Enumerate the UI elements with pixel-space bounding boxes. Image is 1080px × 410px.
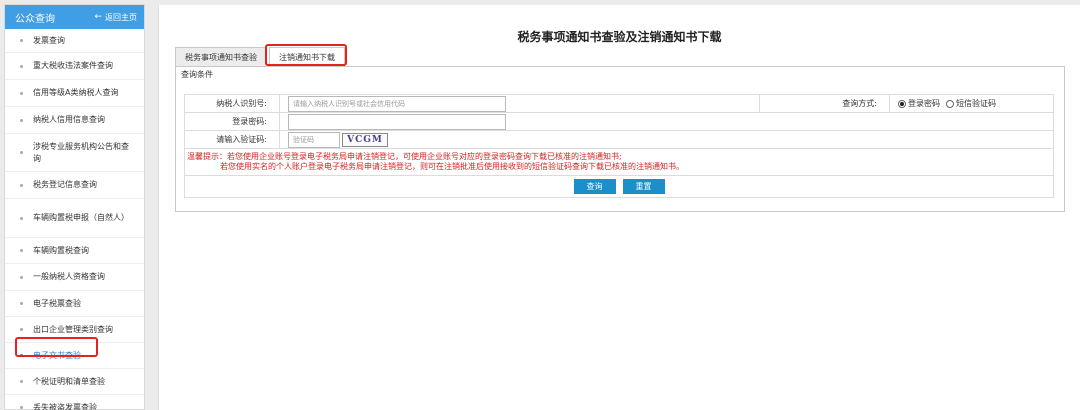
bullet-icon xyxy=(20,91,23,95)
bullet-icon xyxy=(20,64,23,68)
sidebar-item-tax-service-agency[interactable]: 涉税专业服务机构公告和查询 xyxy=(5,134,144,172)
sidebar-item-credit-info[interactable]: 纳税人信用信息查询 xyxy=(5,107,144,134)
home-link-label: 返回主页 xyxy=(105,12,137,22)
query-panel: 查询条件 纳税人识别号: 请输入纳税人识别号或社会信用代码 查询方式: 登录密码… xyxy=(175,66,1065,212)
sidebar-item-label: 个税证明和清单查验 xyxy=(33,376,105,386)
bullet-icon xyxy=(20,275,23,279)
sidebar-item-major-violation[interactable]: 重大税收违法案件查询 xyxy=(5,53,144,80)
query-method-radios: 登录密码 短信验证码 xyxy=(898,98,1053,109)
notice-line-2: 若您使用实名的个人账户登录电子税务局申请注销登记，则可在注销批准后使用接收到的短… xyxy=(220,162,684,171)
sidebar-item-tax-registration[interactable]: 税务登记信息查询 xyxy=(5,172,144,199)
tab-deregistration-download[interactable]: 注销通知书下载 xyxy=(269,47,345,66)
tab-bar: 税务事项通知书查验 注销通知书下载 xyxy=(175,47,347,66)
sidebar-menu: 发票查询 重大税收违法案件查询 信用等级A类纳税人查询 纳税人信用信息查询 涉税… xyxy=(5,29,144,410)
radio-login-password-label: 登录密码 xyxy=(908,99,940,108)
form-row-notice: 温馨提示：若您使用企业账号登录电子税务局申请注销登记，可使用企业账号对应的登录密… xyxy=(184,148,1054,176)
query-method-label: 查询方式: xyxy=(759,94,890,113)
login-password-input[interactable] xyxy=(288,113,506,130)
bullet-icon xyxy=(20,183,23,187)
sidebar-title: 公众查询 xyxy=(15,13,55,25)
bullet-icon xyxy=(20,151,23,154)
sidebar-item-label: 丢失被盗发票查验 xyxy=(33,402,97,410)
reset-button[interactable]: 重置 xyxy=(622,179,665,194)
bullet-icon xyxy=(20,118,23,122)
radio-login-password[interactable]: 登录密码 xyxy=(898,98,940,109)
sidebar-item-e-document[interactable]: 电子文书查验 xyxy=(5,343,144,369)
back-arrow-icon: ← xyxy=(94,12,102,22)
sidebar-item-vehicle-tax-declare[interactable]: 车辆购置税申报（自然人） xyxy=(5,199,144,238)
taxpayer-id-input[interactable]: 请输入纳税人识别号或社会信用代码 xyxy=(288,95,506,112)
sidebar-item-label: 信用等级A类纳税人查询 xyxy=(33,88,119,97)
tab-label: 注销通知书下载 xyxy=(279,52,335,62)
sidebar-item-label: 纳税人信用信息查询 xyxy=(33,115,105,124)
bullet-icon xyxy=(20,406,23,409)
bullet-icon xyxy=(20,39,23,42)
form-row-buttons: 查询 重置 xyxy=(184,175,1054,198)
sidebar-item-personal-tax-cert[interactable]: 个税证明和清单查验 xyxy=(5,369,144,395)
query-button[interactable]: 查询 xyxy=(573,179,616,194)
sidebar-item-credit-a[interactable]: 信用等级A类纳税人查询 xyxy=(5,80,144,107)
sidebar-header: 公众查询 ← 返回主页 xyxy=(5,5,144,29)
bullet-icon xyxy=(20,249,23,252)
sidebar-item-label: 涉税专业服务机构公告和查询 xyxy=(33,141,129,163)
radio-sms-code-label: 短信验证码 xyxy=(956,99,996,108)
login-password-label: 登录密码: xyxy=(184,112,280,131)
sidebar-item-label: 电子税票查验 xyxy=(33,298,81,308)
form-row-login-password: 登录密码: xyxy=(184,112,1054,131)
taxpayer-id-placeholder: 请输入纳税人识别号或社会信用代码 xyxy=(293,99,405,108)
sidebar-item-label: 发票查询 xyxy=(33,35,65,45)
bullet-icon xyxy=(20,354,23,357)
sidebar-item-export-category[interactable]: 出口企业管理类别查询 xyxy=(5,317,144,343)
sidebar-item-label: 电子文书查验 xyxy=(33,350,81,360)
captcha-cell: 验证码 VCGM xyxy=(279,130,1054,149)
form-row-taxpayer-id: 纳税人识别号: 请输入纳税人识别号或社会信用代码 查询方式: 登录密码 短信验证… xyxy=(184,94,1054,113)
radio-checked-icon xyxy=(898,99,906,108)
home-link[interactable]: ← 返回主页 xyxy=(94,12,137,23)
notice: 温馨提示：若您使用企业账号登录电子税务局申请注销登记，可使用企业账号对应的登录密… xyxy=(184,148,1054,176)
tab-notice-verify[interactable]: 税务事项通知书查验 xyxy=(175,47,267,66)
main-content: 税务事项通知书查验及注销通知书下载 税务事项通知书查验 注销通知书下载 查询条件… xyxy=(158,5,1080,410)
panel-title: 查询条件 xyxy=(181,69,213,79)
bullet-icon xyxy=(20,380,23,383)
page-title: 税务事项通知书查验及注销通知书下载 xyxy=(517,30,722,44)
sidebar-item-label: 出口企业管理类别查询 xyxy=(33,324,113,334)
sidebar-item-general-taxpayer[interactable]: 一般纳税人资格查询 xyxy=(5,264,144,291)
sidebar-item-label: 车辆购置税查询 xyxy=(33,245,89,255)
captcha-placeholder: 验证码 xyxy=(293,135,314,144)
sidebar-item-label: 税务登记信息查询 xyxy=(33,180,97,189)
sidebar-item-lost-invoice[interactable]: 丢失被盗发票查验 xyxy=(5,395,144,410)
buttons-cell: 查询 重置 xyxy=(184,175,1054,198)
sidebar-item-label: 车辆购置税申报（自然人） xyxy=(33,213,129,222)
captcha-label: 请输入验证码: xyxy=(184,130,280,149)
bullet-icon xyxy=(20,302,23,305)
sidebar-item-label: 重大税收违法案件查询 xyxy=(33,61,113,70)
bullet-icon xyxy=(20,328,23,331)
sidebar-item-label: 一般纳税人资格查询 xyxy=(33,272,105,281)
sidebar-item-invoice-query[interactable]: 发票查询 xyxy=(5,29,144,53)
taxpayer-id-cell: 请输入纳税人识别号或社会信用代码 xyxy=(279,94,760,113)
form-row-captcha: 请输入验证码: 验证码 VCGM xyxy=(184,130,1054,149)
button-row: 查询 重置 xyxy=(185,176,1053,197)
sidebar-item-e-tax-ticket[interactable]: 电子税票查验 xyxy=(5,291,144,317)
sidebar-item-vehicle-tax-query[interactable]: 车辆购置税查询 xyxy=(5,238,144,264)
captcha-input[interactable]: 验证码 xyxy=(288,131,340,148)
captcha-image[interactable]: VCGM xyxy=(342,132,388,147)
bullet-icon xyxy=(20,216,23,220)
radio-unchecked-icon xyxy=(946,99,954,108)
query-method-cell: 登录密码 短信验证码 xyxy=(889,94,1054,113)
taxpayer-id-label: 纳税人识别号: xyxy=(184,94,280,113)
login-password-cell xyxy=(279,112,1054,131)
tab-label: 税务事项通知书查验 xyxy=(185,52,257,62)
sidebar: 公众查询 ← 返回主页 发票查询 重大税收违法案件查询 信用等级A类纳税人查询 … xyxy=(4,4,145,410)
notice-line-1: 温馨提示：若您使用企业账号登录电子税务局申请注销登记，可使用企业账号对应的登录密… xyxy=(187,152,622,161)
radio-sms-code[interactable]: 短信验证码 xyxy=(946,98,996,109)
query-form: 纳税人识别号: 请输入纳税人识别号或社会信用代码 查询方式: 登录密码 短信验证… xyxy=(184,94,1054,198)
